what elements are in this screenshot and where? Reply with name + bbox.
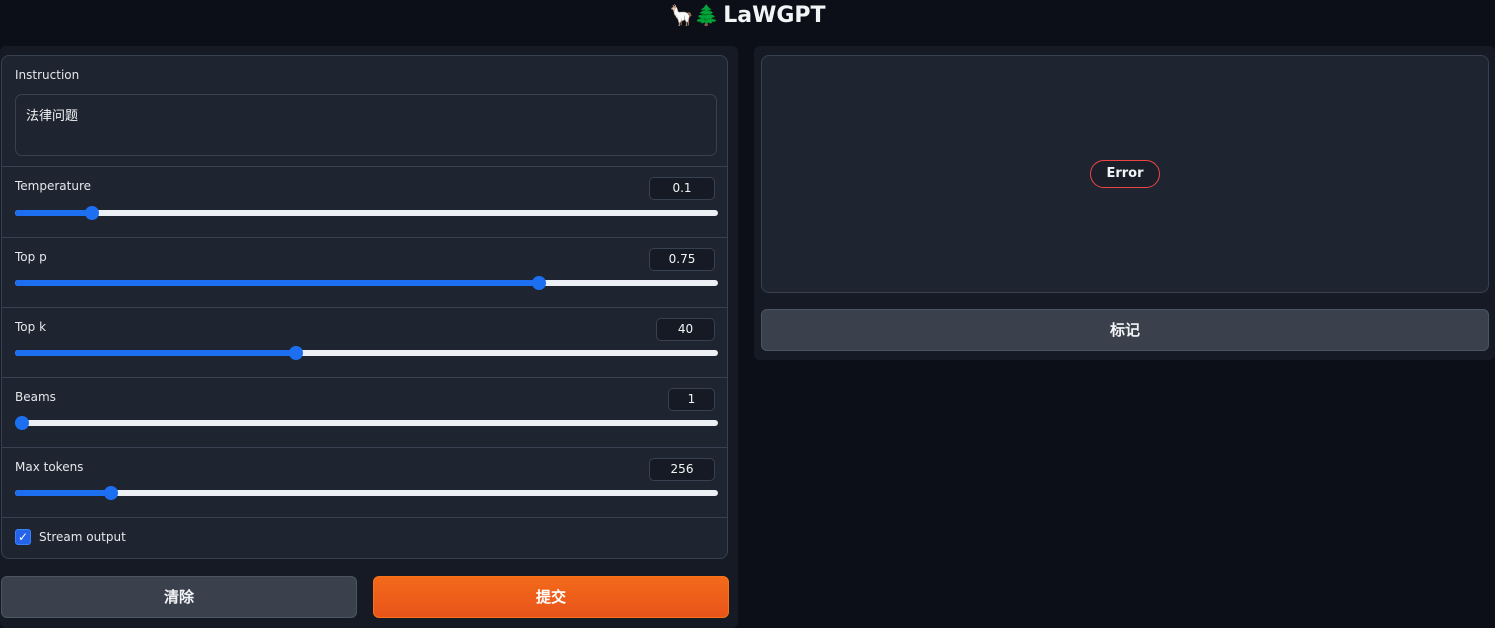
stream-output-label: Stream output: [39, 530, 126, 544]
max-tokens-label: Max tokens: [15, 460, 84, 474]
top-k-slider[interactable]: [15, 346, 718, 360]
settings-panel: Instruction 法律问题 Temperature 0.1 Top p 0…: [1, 55, 728, 559]
clear-button[interactable]: 清除: [1, 576, 357, 618]
max-tokens-block: Max tokens 256: [2, 448, 727, 518]
top-k-block: Top k 40: [2, 308, 727, 378]
max-tokens-slider-handle[interactable]: [104, 486, 119, 500]
input-column: Instruction 法律问题 Temperature 0.1 Top p 0…: [0, 46, 738, 628]
stream-output-row: ✓ Stream output: [15, 527, 126, 547]
beams-slider-handle[interactable]: [15, 416, 29, 430]
max-tokens-number-input[interactable]: 256: [649, 458, 715, 481]
max-tokens-slider-fill: [15, 490, 112, 496]
page-title: 🦙🌲 LaWGPT: [0, 0, 1495, 30]
beams-slider[interactable]: [15, 416, 718, 430]
top-p-block: Top p 0.75: [2, 238, 727, 308]
top-p-slider-fill: [15, 280, 539, 286]
app-title: LaWGPT: [723, 3, 826, 28]
beams-label: Beams: [15, 390, 56, 404]
temperature-slider[interactable]: [15, 206, 718, 220]
temperature-slider-handle[interactable]: [85, 206, 100, 220]
top-p-slider-handle[interactable]: [531, 276, 546, 290]
beams-number-input[interactable]: 1: [668, 388, 715, 411]
stream-output-checkbox[interactable]: ✓: [15, 529, 31, 545]
instruction-input[interactable]: 法律问题: [15, 94, 717, 156]
temperature-block: Temperature 0.1: [2, 167, 727, 238]
instruction-label: Instruction: [15, 68, 80, 82]
flag-button[interactable]: 标记: [761, 309, 1489, 351]
top-k-slider-handle[interactable]: [289, 346, 304, 360]
top-p-label: Top p: [15, 250, 47, 264]
top-p-slider[interactable]: [15, 276, 718, 290]
temperature-slider-fill: [15, 210, 93, 216]
max-tokens-slider[interactable]: [15, 486, 718, 500]
output-column: Error 标记: [754, 46, 1495, 360]
temperature-number-input[interactable]: 0.1: [649, 177, 715, 200]
instruction-block: Instruction 法律问题: [2, 56, 727, 167]
top-k-number-input[interactable]: 40: [656, 318, 715, 341]
error-badge: Error: [1090, 160, 1160, 188]
top-k-label: Top k: [15, 320, 47, 334]
top-p-number-input[interactable]: 0.75: [649, 248, 715, 271]
temperature-label: Temperature: [15, 179, 92, 193]
checkmark-icon: ✓: [17, 530, 29, 544]
output-panel: Error: [761, 55, 1489, 293]
submit-button[interactable]: 提交: [373, 576, 729, 618]
beams-block: Beams 1: [2, 378, 727, 448]
llama-tree-icon: 🦙🌲: [669, 3, 720, 27]
top-k-slider-fill: [15, 350, 297, 356]
